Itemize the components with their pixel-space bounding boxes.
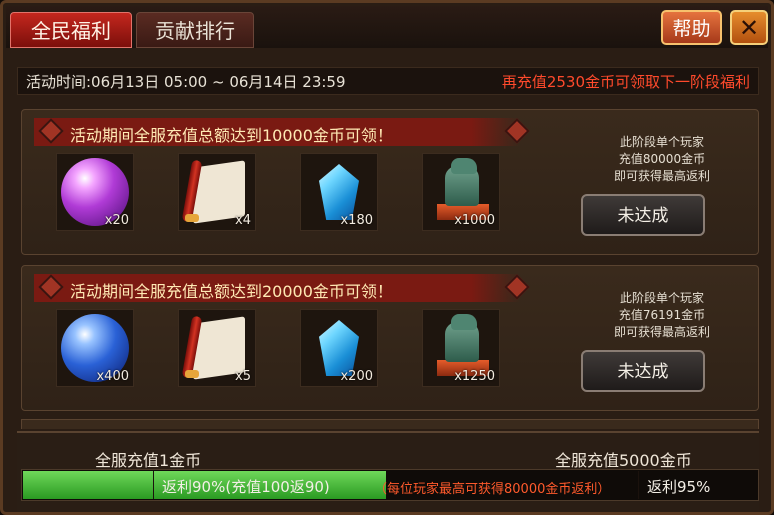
- tab-contribution-ranking[interactable]: 贡献排行: [136, 12, 254, 48]
- reward-item[interactable]: x200: [300, 309, 378, 387]
- next-stage-hint: 再充值2530金币可领取下一阶段福利: [501, 73, 750, 91]
- tier-note: 此阶段单个玩家 充值76191金币 即可获得最高返利: [613, 291, 710, 339]
- knot-ornament-icon: [504, 274, 530, 300]
- tier-title: 活动期间全服充值总额达到20000金币可领！: [70, 282, 393, 301]
- tab-all-welfare[interactable]: 全民福利: [10, 12, 132, 48]
- item-quantity: x200: [340, 369, 373, 384]
- reward-item[interactable]: x180: [300, 153, 378, 231]
- segment-3-text: 返利95%: [647, 478, 711, 496]
- claim-button[interactable]: 未达成: [581, 194, 705, 236]
- blue-gem-icon: [319, 320, 359, 376]
- tier-title: 活动期间全服充值总额达到10000金币可领！: [70, 126, 393, 145]
- claim-button[interactable]: 未达成: [581, 350, 705, 392]
- knot-ornament-icon: [38, 118, 64, 144]
- max-rebate-note: （每位玩家最高可获得80000金币返利）: [374, 482, 611, 497]
- reward-item[interactable]: x1000: [422, 153, 500, 231]
- help-button[interactable]: 帮助: [661, 10, 722, 45]
- reward-item[interactable]: x4: [178, 153, 256, 231]
- close-icon: ✕: [738, 14, 760, 42]
- item-quantity: x180: [340, 213, 373, 228]
- segment-1-text: 返利90%(充值100返90): [162, 478, 330, 496]
- item-quantity: x1250: [454, 369, 495, 384]
- reward-tier-3-partial[interactable]: [21, 419, 759, 429]
- segment-divider: [638, 471, 639, 499]
- progress-bar: 返利90%(充值100返90) （每位玩家最高可获得80000金币返利） 返利9…: [21, 469, 759, 501]
- knot-ornament-icon: [38, 274, 64, 300]
- item-quantity: x4: [235, 213, 251, 228]
- progress-label-right: 全服充值5000金币: [555, 451, 692, 470]
- reward-item[interactable]: x20: [56, 153, 134, 231]
- tier-banner: 活动期间全服充值总额达到10000金币可领！: [34, 118, 530, 146]
- reward-item[interactable]: x5: [178, 309, 256, 387]
- reward-tier-1: 活动期间全服充值总额达到10000金币可领！ x20 x4 x180 x1000…: [21, 109, 759, 255]
- tier-note: 此阶段单个玩家 充值80000金币 即可获得最高返利: [613, 135, 710, 183]
- progress-label-left: 全服充值1金币: [95, 451, 202, 470]
- tab-bar: 全民福利 贡献排行: [6, 6, 768, 48]
- item-quantity: x400: [96, 369, 129, 384]
- item-quantity: x5: [235, 369, 251, 384]
- reward-item[interactable]: x1250: [422, 309, 500, 387]
- close-button[interactable]: ✕: [730, 10, 768, 45]
- segment-divider: [153, 471, 154, 499]
- blue-gem-icon: [319, 164, 359, 220]
- item-quantity: x20: [104, 213, 129, 228]
- item-quantity: x1000: [454, 213, 495, 228]
- knot-ornament-icon: [504, 118, 530, 144]
- info-bar: 活动时间:06月13日 05:00 ~ 06月14日 23:59 再充值2530…: [17, 67, 759, 95]
- reward-tier-2: 活动期间全服充值总额达到20000金币可领！ x400 x5 x200 x125…: [21, 265, 759, 411]
- tier-banner: 活动期间全服充值总额达到20000金币可领！: [34, 274, 530, 302]
- event-time: 活动时间:06月13日 05:00 ~ 06月14日 23:59: [26, 73, 346, 91]
- welfare-window: 全民福利 贡献排行 帮助 ✕ 活动时间:06月13日 05:00 ~ 06月14…: [0, 0, 774, 515]
- reward-item[interactable]: x400: [56, 309, 134, 387]
